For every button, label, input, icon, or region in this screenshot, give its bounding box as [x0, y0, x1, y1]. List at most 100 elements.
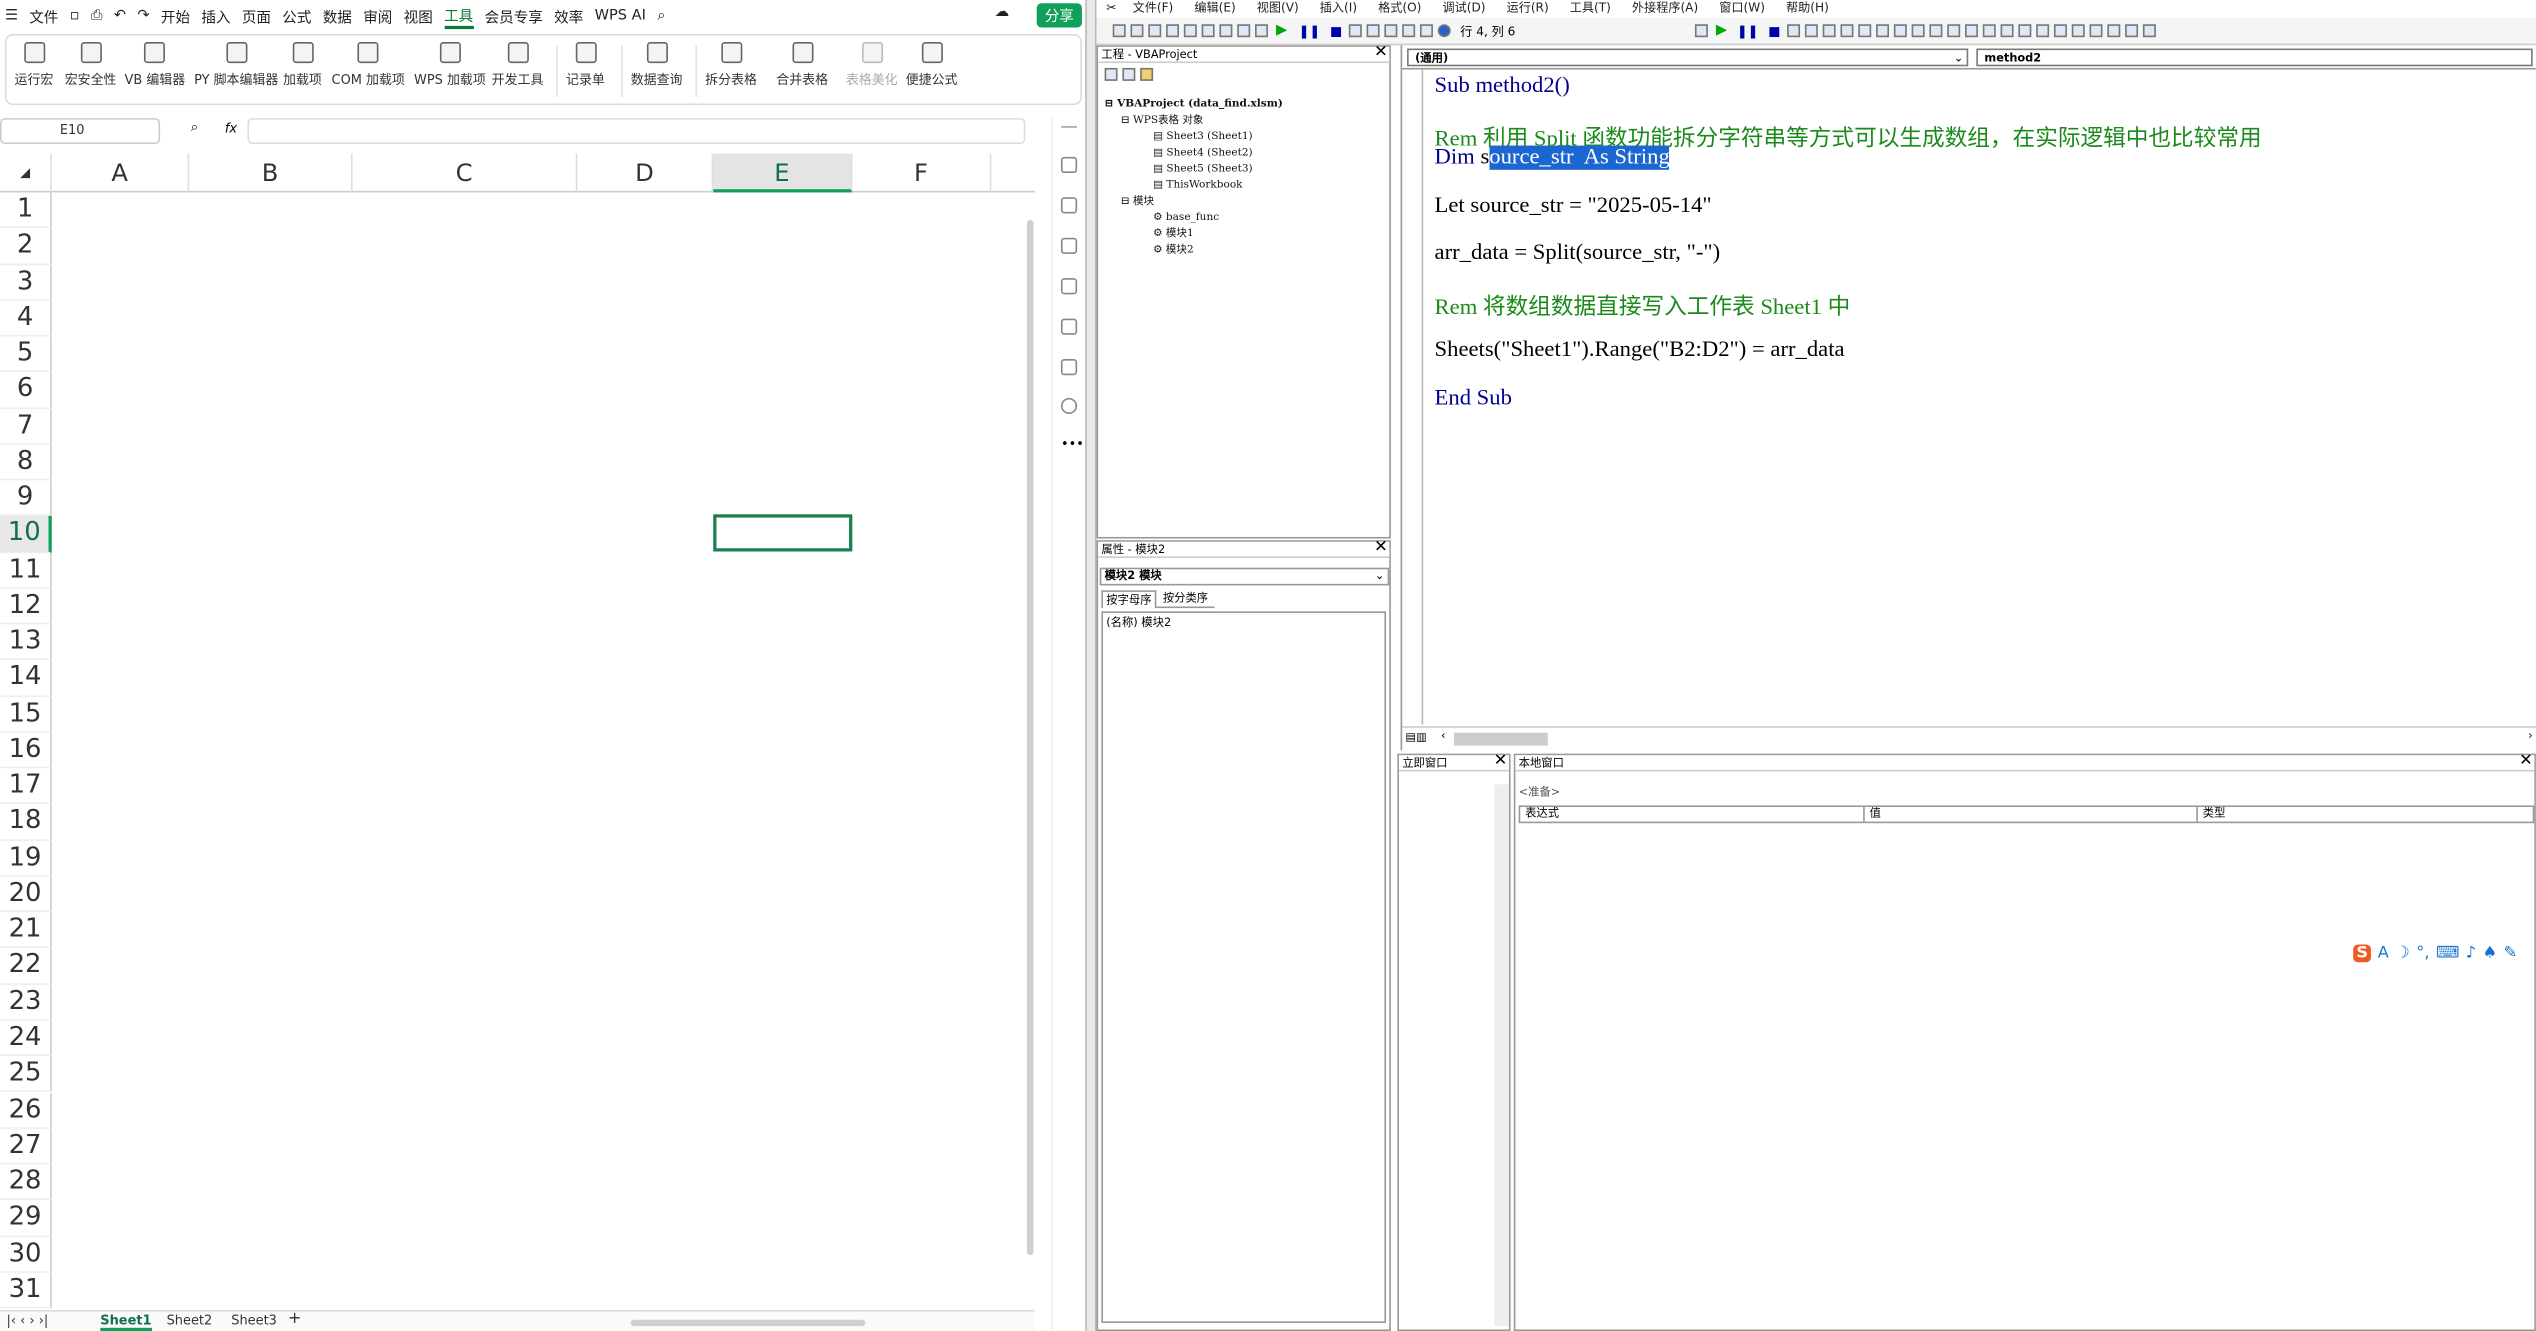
adjust-icon[interactable]	[1060, 197, 1078, 214]
run-icon-2[interactable]: ▶	[1716, 23, 1727, 39]
scroll-left-icon[interactable]: ‹	[1441, 729, 1446, 742]
tab-formula[interactable]: 公式	[282, 6, 311, 27]
tab-review[interactable]: 审阅	[363, 6, 392, 27]
tab-member[interactable]: 会员专享	[485, 6, 543, 27]
row-29[interactable]: 29	[0, 1200, 52, 1237]
code-horizontal-scrollbar[interactable]: ▤▥ ‹ ›	[1402, 726, 2536, 749]
run-icon[interactable]: ▶	[1276, 23, 1287, 39]
backup-icon[interactable]	[1060, 318, 1078, 335]
moon-icon[interactable]: ☽	[2395, 944, 2410, 962]
view-mode-icon[interactable]: ▤▥	[1405, 731, 1426, 744]
sheet-tab-1[interactable]: Sheet1	[100, 1313, 152, 1331]
undo-icon[interactable]	[1236, 24, 1250, 38]
paste-icon[interactable]	[1200, 24, 1214, 38]
col-value[interactable]: 值	[1863, 807, 1881, 822]
tab-data[interactable]: 数据	[323, 6, 352, 27]
procedure-combo[interactable]: method2	[1976, 48, 2533, 67]
record-form-button[interactable]: 记录单	[566, 42, 605, 89]
tab-efficiency[interactable]: 效率	[554, 6, 583, 27]
stop-icon[interactable]: ■	[1330, 23, 1342, 38]
insert-module-icon[interactable]	[1129, 24, 1143, 38]
tools-icon[interactable]	[1060, 278, 1078, 295]
col-expression[interactable]: 表达式	[1525, 807, 1559, 822]
row-21[interactable]: 21	[0, 912, 52, 949]
run-macro-button[interactable]: 运行宏	[15, 42, 53, 89]
close-icon[interactable]: ✕	[1374, 44, 1388, 61]
menu-view[interactable]: 视图(V)	[1257, 0, 1299, 16]
row-25[interactable]: 25	[0, 1056, 52, 1093]
file-menu[interactable]: 文件	[29, 6, 58, 27]
data-query-button[interactable]: 数据查询	[631, 42, 683, 89]
properties-grid[interactable]: (名称) 模块2	[1101, 611, 1387, 1323]
find-icon[interactable]	[1218, 24, 1232, 38]
redo-icon[interactable]	[1254, 24, 1268, 38]
ime-toolbar[interactable]: S A ☽ °, ⌨ ♪ ♠ ✎	[2353, 940, 2536, 966]
row-7[interactable]: 7	[0, 408, 52, 445]
tree-item-sheet5[interactable]: ▤ Sheet5 (Sheet3)	[1105, 160, 1283, 176]
immediate-window-icon[interactable]	[1876, 24, 1890, 38]
row-4[interactable]: 4	[0, 300, 52, 337]
tree-folder-modules[interactable]: ⊟ 模块	[1105, 192, 1283, 208]
cell-grid[interactable]	[52, 192, 1026, 1308]
row-9[interactable]: 9	[0, 480, 52, 517]
breakpoint-icon[interactable]	[2072, 24, 2086, 38]
row-14[interactable]: 14	[0, 660, 52, 697]
row-26[interactable]: 26	[0, 1092, 52, 1129]
row-5[interactable]: 5	[0, 336, 52, 373]
tab-categorized[interactable]: 按分类序	[1156, 590, 1215, 609]
quick-formula-button[interactable]: 便捷公式	[906, 42, 957, 89]
vb-editor-button[interactable]: VB 编辑器	[125, 42, 185, 89]
row-20[interactable]: 20	[0, 876, 52, 913]
column-a[interactable]: A	[52, 153, 190, 193]
tab-home[interactable]: 开始	[161, 6, 190, 27]
sheet-tab-3[interactable]: Sheet3	[231, 1313, 277, 1328]
merge-table-button[interactable]: 合并表格	[776, 42, 828, 89]
scroll-thumb[interactable]	[1026, 219, 1034, 1256]
ime-mode-icon[interactable]: A	[2378, 944, 2389, 962]
book-icon[interactable]	[1060, 359, 1078, 376]
row-1[interactable]: 1	[0, 192, 52, 229]
hamburger-icon[interactable]: ☰	[5, 8, 18, 24]
close-icon[interactable]: ✕	[1374, 539, 1388, 556]
help-icon[interactable]	[1438, 24, 1452, 38]
menu-insert[interactable]: 插入(I)	[1320, 0, 1357, 16]
select-all-corner[interactable]: ◢	[0, 153, 52, 193]
close-icon[interactable]: ✕	[2519, 753, 2533, 770]
indent-icon[interactable]	[2036, 24, 2050, 38]
sheet-tab-2[interactable]: Sheet2	[167, 1313, 213, 1328]
row-16[interactable]: 16	[0, 732, 52, 769]
uncomment-block-icon[interactable]	[2107, 24, 2121, 38]
row-27[interactable]: 27	[0, 1128, 52, 1165]
column-c[interactable]: C	[353, 153, 578, 193]
pointer-icon[interactable]	[1060, 156, 1078, 174]
code-gutter[interactable]	[1402, 69, 1424, 725]
row-18[interactable]: 18	[0, 804, 52, 841]
undo-icon[interactable]: ↶	[114, 8, 126, 24]
split-table-button[interactable]: 拆分表格	[705, 42, 757, 89]
tab-alphabetic[interactable]: 按字母序	[1101, 590, 1157, 609]
keyboard-icon[interactable]: ⌨	[2436, 944, 2459, 962]
view-code-icon[interactable]	[1103, 67, 1117, 81]
comment-block-icon[interactable]	[2090, 24, 2104, 38]
py-editor-button[interactable]: PY 脚本编辑器	[194, 42, 278, 89]
copy-icon[interactable]	[1183, 24, 1196, 38]
name-box[interactable]: E10	[0, 118, 161, 144]
complete-word-icon[interactable]	[2018, 24, 2032, 38]
scroll-thumb[interactable]	[1453, 732, 1548, 746]
code-editor[interactable]: Sub method2() Rem 利用 Split 函数功能拆分字符串等方式可…	[1402, 69, 2536, 725]
view-excel-icon[interactable]	[1111, 24, 1125, 38]
row-19[interactable]: 19	[0, 840, 52, 877]
table-beautify-button[interactable]: 表格美化	[846, 42, 898, 89]
quick-watch-icon[interactable]	[1912, 24, 1926, 38]
row-6[interactable]: 6	[0, 372, 52, 409]
tree-folder-objects[interactable]: ⊟ WPS表格 对象	[1105, 112, 1283, 128]
menu-edit[interactable]: 编辑(E)	[1194, 0, 1235, 16]
watch-window-icon[interactable]	[1894, 24, 1908, 38]
object-selector[interactable]: 模块2 模块 ⌄	[1099, 567, 1390, 586]
row-28[interactable]: 28	[0, 1164, 52, 1201]
list-constants-icon[interactable]	[1965, 24, 1979, 38]
voice-icon[interactable]: ♪	[2466, 944, 2476, 962]
immediate-input[interactable]	[1401, 784, 1495, 1326]
punctuation-icon[interactable]: °,	[2416, 944, 2429, 962]
window-splitter[interactable]	[1085, 0, 1097, 1331]
